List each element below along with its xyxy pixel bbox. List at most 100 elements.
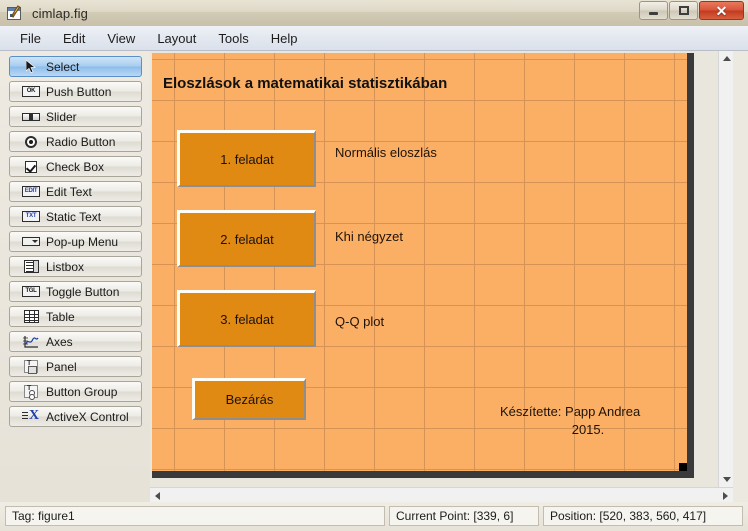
palette-item-label: Toggle Button: [46, 284, 120, 299]
popup-menu-icon: [21, 234, 41, 249]
figure-surface[interactable]: Eloszlások a matematikai statisztikában …: [152, 53, 687, 471]
menu-item-view[interactable]: View: [96, 29, 146, 48]
palette-item-label: Table: [46, 309, 75, 324]
figure-close-push-button[interactable]: Bezárás: [192, 378, 306, 420]
cursor-arrow-icon: [21, 59, 41, 74]
palette-item-label: Slider: [46, 109, 77, 124]
palette-item-edit-text[interactable]: EDIT Edit Text: [9, 181, 142, 202]
menubar: File Edit View Layout Tools Help: [0, 26, 748, 51]
slider-icon: [21, 109, 41, 124]
static-text-icon: TXT: [21, 209, 41, 224]
palette-item-panel[interactable]: T Panel: [9, 356, 142, 377]
layout-canvas[interactable]: Eloszlások a matematikai statisztikában …: [150, 51, 733, 502]
palette-item-activex-control[interactable]: X ActiveX Control: [9, 406, 142, 427]
palette-item-select[interactable]: Select: [9, 56, 142, 77]
menu-item-help[interactable]: Help: [260, 29, 309, 48]
canvas-horizontal-scrollbar[interactable]: [150, 487, 733, 502]
grid-line: [474, 53, 475, 471]
edit-text-icon: EDIT: [21, 184, 41, 199]
figure-static-text-qq-plot[interactable]: Q-Q plot: [335, 314, 384, 329]
figure-static-text-chi-square[interactable]: Khi négyzet: [335, 229, 403, 244]
palette-item-axes[interactable]: Axes: [9, 331, 142, 352]
close-button[interactable]: ✕: [699, 1, 744, 20]
palette-item-popup-menu[interactable]: Pop-up Menu: [9, 231, 142, 252]
listbox-icon: [21, 259, 41, 274]
grid-line: [424, 53, 425, 471]
maximize-button[interactable]: [669, 1, 698, 20]
palette-item-toggle-button[interactable]: TGL Toggle Button: [9, 281, 142, 302]
scroll-up-icon[interactable]: [723, 56, 731, 61]
menu-item-file[interactable]: File: [9, 29, 52, 48]
palette-item-label: Edit Text: [46, 184, 92, 199]
scroll-down-icon[interactable]: [723, 477, 731, 482]
figure-static-text-normal-distribution[interactable]: Normális eloszlás: [335, 145, 437, 160]
palette-item-label: Button Group: [46, 384, 118, 399]
minimize-button[interactable]: [639, 1, 668, 20]
figure-title-text[interactable]: Eloszlások a matematikai statisztikában: [163, 75, 447, 92]
toggle-button-icon: TGL: [21, 284, 41, 299]
menu-item-layout[interactable]: Layout: [146, 29, 207, 48]
figure-resize-handle[interactable]: [679, 463, 687, 471]
figure-push-button-2[interactable]: 2. feladat: [177, 210, 316, 267]
maximize-icon: [678, 6, 689, 15]
component-palette: Select OK Push Button Slider Radio Butto…: [0, 51, 150, 502]
grid-line: [174, 53, 175, 471]
palette-item-label: Radio Button: [46, 134, 116, 149]
window-titlebar: cimlap.fig ✕: [0, 0, 748, 26]
scroll-right-icon[interactable]: [723, 492, 728, 500]
scroll-left-icon[interactable]: [155, 492, 160, 500]
palette-item-slider[interactable]: Slider: [9, 106, 142, 127]
palette-item-label: Static Text: [46, 209, 102, 224]
push-button-icon: OK: [21, 84, 41, 99]
table-icon: [21, 309, 41, 324]
palette-item-listbox[interactable]: Listbox: [9, 256, 142, 277]
window-controls: ✕: [639, 1, 744, 20]
palette-item-label: Axes: [46, 334, 73, 349]
grid-line: [324, 53, 325, 471]
palette-item-check-box[interactable]: Check Box: [9, 156, 142, 177]
grid-line: [374, 53, 375, 471]
figure-push-button-label: 3. feladat: [220, 311, 274, 327]
palette-item-radio-button[interactable]: Radio Button: [9, 131, 142, 152]
activex-control-icon: X: [21, 408, 41, 424]
grid-line: [674, 53, 675, 471]
figure-credit-year[interactable]: 2015.: [500, 421, 676, 438]
figure-push-button-label: 1. feladat: [220, 151, 274, 167]
figure-push-button-3[interactable]: 3. feladat: [177, 290, 316, 347]
palette-item-label: Listbox: [46, 259, 85, 274]
editor-body: Select OK Push Button Slider Radio Butto…: [0, 51, 748, 502]
palette-item-label: Check Box: [46, 159, 105, 174]
guide-layout-editor-icon: [7, 4, 25, 22]
grid-line: [152, 59, 687, 60]
palette-item-label: Panel: [46, 359, 77, 374]
check-box-icon: [21, 159, 41, 174]
figure-credit-author[interactable]: Készítette: Papp Andrea: [500, 403, 640, 420]
palette-item-table[interactable]: Table: [9, 306, 142, 327]
toggle-button-icon-glyph: TGL: [22, 286, 40, 297]
status-current-point: Current Point: [339, 6]: [389, 506, 539, 526]
activex-icon-glyph: X: [29, 408, 40, 423]
window-title: cimlap.fig: [32, 5, 88, 21]
button-group-icon: T: [21, 384, 41, 400]
status-tag: Tag: figure1: [5, 506, 385, 526]
palette-item-push-button[interactable]: OK Push Button: [9, 81, 142, 102]
canvas-vertical-scrollbar[interactable]: [718, 51, 733, 487]
static-text-icon-glyph: TXT: [22, 211, 40, 222]
palette-item-static-text[interactable]: TXT Static Text: [9, 206, 142, 227]
palette-item-button-group[interactable]: T Button Group: [9, 381, 142, 402]
guide-layout-editor-window: cimlap.fig ✕ File Edit View Layout Tools…: [0, 0, 748, 531]
palette-item-label: Pop-up Menu: [46, 234, 119, 249]
axes-icon: [21, 334, 41, 349]
status-position: Position: [520, 383, 560, 417]: [543, 506, 743, 526]
panel-icon: T: [21, 359, 41, 374]
menu-item-edit[interactable]: Edit: [52, 29, 96, 48]
figure-push-button-label: 2. feladat: [220, 231, 274, 247]
edit-text-icon-glyph: EDIT: [22, 186, 40, 197]
figure-push-button-1[interactable]: 1. feladat: [177, 130, 316, 187]
push-button-icon-glyph: OK: [22, 86, 40, 97]
figure-push-button-label: Bezárás: [225, 392, 274, 407]
minimize-icon: [649, 11, 658, 15]
menu-item-tools[interactable]: Tools: [207, 29, 259, 48]
statusbar: Tag: figure1 Current Point: [339, 6] Pos…: [0, 502, 748, 531]
close-icon: ✕: [715, 2, 728, 19]
